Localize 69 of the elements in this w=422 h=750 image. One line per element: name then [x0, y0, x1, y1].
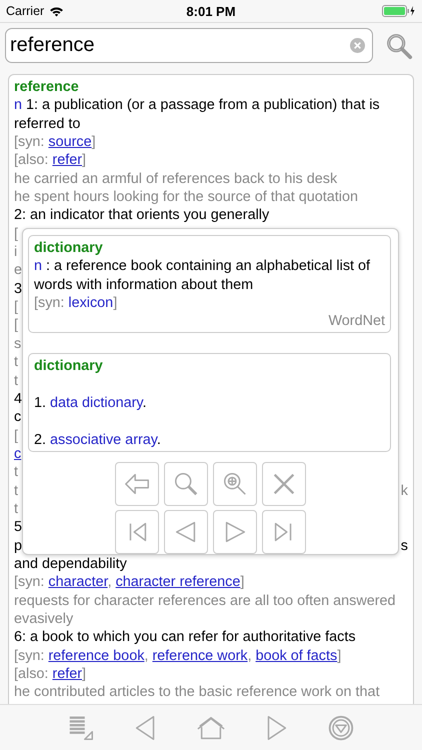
- example-sentence: t: [14, 463, 18, 482]
- reference-line: [: [14, 426, 18, 445]
- example-sentence: requests for character references are all too often answered evasively: [14, 592, 397, 628]
- example-sentence: he spent hours looking for the source of that quotation: [14, 188, 358, 206]
- example-sentence: he contributed articles to the basic reference work on that: [14, 683, 380, 702]
- example-sentence: he carried an armful of references back to his desk: [14, 170, 338, 188]
- search-field[interactable]: reference: [5, 28, 373, 63]
- example-sentence: t: [14, 372, 18, 390]
- reference-line: [syn: character, character reference]: [14, 573, 244, 592]
- next-button[interactable]: [213, 510, 257, 554]
- list-item: 2. associative array.: [34, 430, 161, 450]
- definition-text: c: [14, 408, 22, 427]
- example-sentence: s: [14, 334, 22, 354]
- reference-line: [: [14, 224, 18, 244]
- definition-text: and dependability: [14, 554, 127, 574]
- definition-text: 2: an indicator that orients you generally: [14, 206, 270, 225]
- link[interactable]: c: [14, 446, 22, 462]
- prev-button[interactable]: [164, 510, 208, 554]
- headword: dictionary: [34, 357, 103, 376]
- search-icon: [172, 470, 200, 498]
- text-fragment: t: [14, 482, 18, 500]
- definition-text: n : a reference book containing an alphabetical list of words with information about them: [34, 257, 372, 294]
- reference-line: [: [14, 316, 18, 335]
- text-fragment: s: [400, 536, 408, 555]
- reference-line: [syn: lexicon]: [34, 294, 118, 312]
- link[interactable]: character: [48, 574, 108, 590]
- source-label: WordNet: [328, 313, 385, 330]
- reference-line: [: [14, 298, 18, 316]
- headword: dictionary: [34, 239, 103, 258]
- search-button[interactable]: [164, 462, 208, 506]
- zoom-in-icon: [221, 470, 249, 498]
- definition-text: 6: a book to which you can refer for authoritative facts: [14, 628, 356, 647]
- first-button[interactable]: [115, 510, 159, 554]
- wifi-icon: [49, 6, 64, 16]
- text-fragment: p: [14, 536, 22, 555]
- reference-line: [also: refer]: [14, 151, 86, 170]
- reference-line: [syn: reference book, reference work, book of facts]: [14, 646, 342, 665]
- link[interactable]: source: [48, 134, 92, 150]
- definition-text: 4: [14, 390, 22, 408]
- back-button[interactable]: [115, 462, 159, 506]
- search-icon: [385, 32, 413, 60]
- close-button[interactable]: [262, 462, 306, 506]
- link[interactable]: refer: [52, 152, 82, 168]
- link[interactable]: book of facts: [256, 648, 338, 664]
- link[interactable]: lexicon: [68, 295, 114, 312]
- battery-icon: [382, 5, 416, 17]
- example-sentence: i: [14, 243, 18, 262]
- zoom-button[interactable]: [213, 462, 257, 506]
- carrier-name: Carrier: [6, 4, 44, 18]
- link[interactable]: reference work: [152, 648, 248, 664]
- definition-text: n 1: a publication (or a passage from a publication) that is referred to: [14, 96, 381, 134]
- clear-icon[interactable]: [350, 38, 365, 53]
- link[interactable]: data dictionary: [50, 395, 143, 412]
- definition-text: 5: [14, 518, 22, 537]
- list-item: 1. data dictionary.: [34, 394, 147, 412]
- link[interactable]: character reference: [116, 574, 240, 590]
- text-fragment: k: [400, 482, 408, 500]
- link[interactable]: associative array: [50, 432, 157, 448]
- example-sentence: e: [14, 261, 22, 280]
- clock-time: 8:01 PM: [186, 4, 236, 18]
- reference-line: [syn: source]: [14, 133, 96, 152]
- link[interactable]: reference book: [48, 648, 144, 664]
- last-button[interactable]: [262, 510, 306, 554]
- headword: reference: [14, 78, 79, 96]
- example-sentence: t: [14, 353, 18, 372]
- link[interactable]: refer: [52, 666, 82, 682]
- reference-line: [also: refer]: [14, 665, 86, 684]
- definition-text: 3: [14, 280, 22, 298]
- example-sentence: t: [14, 500, 18, 518]
